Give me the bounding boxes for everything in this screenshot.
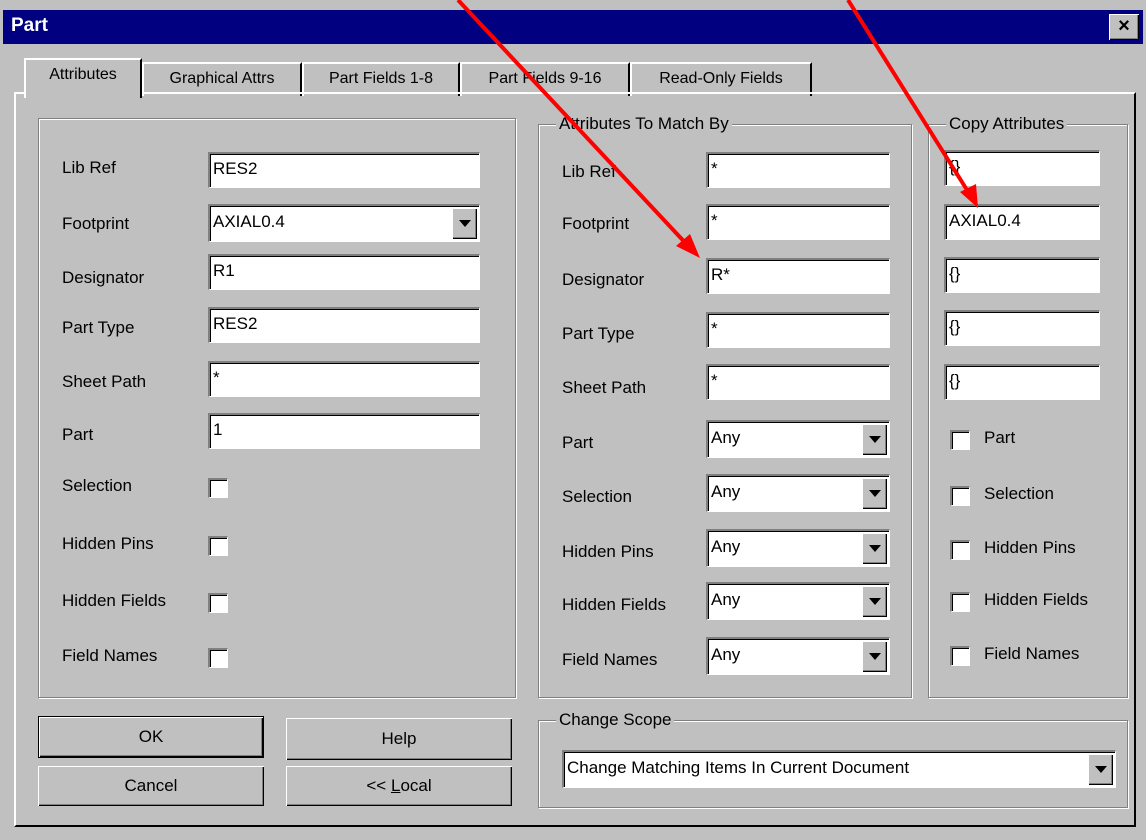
match-designator-label: Designator bbox=[562, 270, 645, 289]
match-hidden-pins-label: Hidden Pins bbox=[562, 542, 654, 561]
footprint-value: AXIAL0.4 bbox=[213, 212, 285, 231]
part-type-input[interactable]: RES2 bbox=[208, 307, 480, 343]
copy-field-names-checkbox[interactable] bbox=[950, 646, 970, 666]
copy-sheet-path-input[interactable]: {} bbox=[944, 364, 1100, 400]
ok-button[interactable]: OK bbox=[38, 716, 264, 758]
match-footprint-input[interactable]: * bbox=[706, 204, 890, 240]
hidden-pins-checkbox[interactable] bbox=[208, 536, 228, 556]
tab-part-fields-1-8[interactable]: Part Fields 1-8 bbox=[302, 62, 460, 96]
part-input[interactable]: 1 bbox=[208, 413, 480, 449]
local-button-rest: ocal bbox=[400, 776, 432, 795]
match-hidden-pins-select[interactable]: Any bbox=[706, 529, 890, 567]
copy-selection-label: Selection bbox=[984, 484, 1054, 503]
designator-label: Designator bbox=[62, 268, 145, 287]
match-designator-input[interactable]: R* bbox=[706, 258, 890, 294]
match-lib-ref-label: Lib Ref bbox=[562, 162, 616, 181]
match-part-label: Part bbox=[562, 433, 594, 452]
chevron-down-icon[interactable] bbox=[452, 208, 477, 239]
sheet-path-input[interactable]: * bbox=[208, 361, 480, 397]
part-label: Part bbox=[62, 425, 94, 444]
tab-graphical-attrs[interactable]: Graphical Attrs bbox=[142, 62, 302, 96]
footprint-combo[interactable]: AXIAL0.4 bbox=[208, 204, 480, 242]
match-part-value: Any bbox=[711, 428, 741, 447]
local-button[interactable]: << Local bbox=[286, 766, 512, 806]
match-group-title: Attributes To Match By bbox=[556, 114, 732, 134]
tab-attributes[interactable]: Attributes bbox=[24, 58, 142, 98]
cancel-button[interactable]: Cancel bbox=[38, 766, 264, 806]
copy-hidden-fields-checkbox[interactable] bbox=[950, 592, 970, 612]
chevron-down-icon[interactable] bbox=[862, 641, 887, 672]
window-title: Part bbox=[11, 15, 48, 36]
match-sheet-path-label: Sheet Path bbox=[562, 378, 647, 397]
match-lib-ref-input[interactable]: * bbox=[706, 152, 890, 188]
help-button[interactable]: Help bbox=[286, 718, 512, 760]
selection-checkbox[interactable] bbox=[208, 478, 228, 498]
copy-hidden-fields-label: Hidden Fields bbox=[984, 590, 1088, 609]
close-icon[interactable]: × bbox=[1109, 14, 1139, 40]
title-bar: Part × bbox=[3, 10, 1143, 44]
tab-part-fields-9-16[interactable]: Part Fields 9-16 bbox=[460, 62, 630, 96]
copy-selection-checkbox[interactable] bbox=[950, 486, 970, 506]
match-field-names-select[interactable]: Any bbox=[706, 637, 890, 675]
footprint-label: Footprint bbox=[62, 214, 130, 233]
chevron-down-icon[interactable] bbox=[862, 533, 887, 564]
match-selection-value: Any bbox=[711, 482, 741, 501]
copy-part-checkbox[interactable] bbox=[950, 430, 970, 450]
hidden-fields-checkbox[interactable] bbox=[208, 593, 228, 613]
local-button-prefix: << bbox=[366, 776, 391, 795]
chevron-down-icon[interactable] bbox=[862, 424, 887, 455]
designator-input[interactable]: R1 bbox=[208, 254, 480, 290]
match-field-names-label: Field Names bbox=[562, 650, 658, 669]
part-dialog: Part × Attributes Graphical Attrs Part F… bbox=[0, 0, 1146, 840]
match-hidden-pins-value: Any bbox=[711, 537, 741, 556]
chevron-down-icon[interactable] bbox=[862, 478, 887, 509]
match-footprint-label: Footprint bbox=[562, 214, 630, 233]
sheet-path-label: Sheet Path bbox=[62, 372, 147, 391]
match-selection-label: Selection bbox=[562, 487, 632, 506]
copy-footprint-input[interactable]: AXIAL0.4 bbox=[944, 204, 1100, 240]
match-part-type-input[interactable]: * bbox=[706, 312, 890, 348]
copy-hidden-pins-checkbox[interactable] bbox=[950, 540, 970, 560]
match-part-type-label: Part Type bbox=[562, 324, 635, 343]
part-type-label: Part Type bbox=[62, 318, 135, 337]
match-hidden-fields-label: Hidden Fields bbox=[562, 595, 666, 614]
copy-lib-ref-input[interactable]: {} bbox=[944, 150, 1100, 186]
selection-label: Selection bbox=[62, 476, 132, 495]
chevron-down-icon[interactable] bbox=[1088, 754, 1113, 785]
copy-part-type-input[interactable]: {} bbox=[944, 310, 1100, 346]
match-sheet-path-input[interactable]: * bbox=[706, 364, 890, 400]
copy-group-title: Copy Attributes bbox=[946, 114, 1068, 134]
copy-part-label: Part bbox=[984, 428, 1016, 447]
hidden-fields-label: Hidden Fields bbox=[62, 591, 166, 610]
copy-field-names-label: Field Names bbox=[984, 644, 1080, 663]
field-names-label: Field Names bbox=[62, 646, 158, 665]
change-scope-value: Change Matching Items In Current Documen… bbox=[567, 758, 910, 777]
change-scope-title: Change Scope bbox=[556, 710, 675, 730]
lib-ref-input[interactable]: RES2 bbox=[208, 152, 480, 188]
lib-ref-label: Lib Ref bbox=[62, 158, 116, 177]
chevron-down-icon[interactable] bbox=[862, 586, 887, 617]
match-selection-select[interactable]: Any bbox=[706, 474, 890, 512]
tab-read-only-fields[interactable]: Read-Only Fields bbox=[630, 62, 812, 96]
hidden-pins-label: Hidden Pins bbox=[62, 534, 154, 553]
change-scope-select[interactable]: Change Matching Items In Current Documen… bbox=[562, 750, 1116, 788]
copy-designator-input[interactable]: {} bbox=[944, 257, 1100, 293]
match-field-names-value: Any bbox=[711, 645, 741, 664]
match-part-select[interactable]: Any bbox=[706, 420, 890, 458]
field-names-checkbox[interactable] bbox=[208, 648, 228, 668]
match-hidden-fields-value: Any bbox=[711, 590, 741, 609]
copy-hidden-pins-label: Hidden Pins bbox=[984, 538, 1076, 557]
match-hidden-fields-select[interactable]: Any bbox=[706, 582, 890, 620]
